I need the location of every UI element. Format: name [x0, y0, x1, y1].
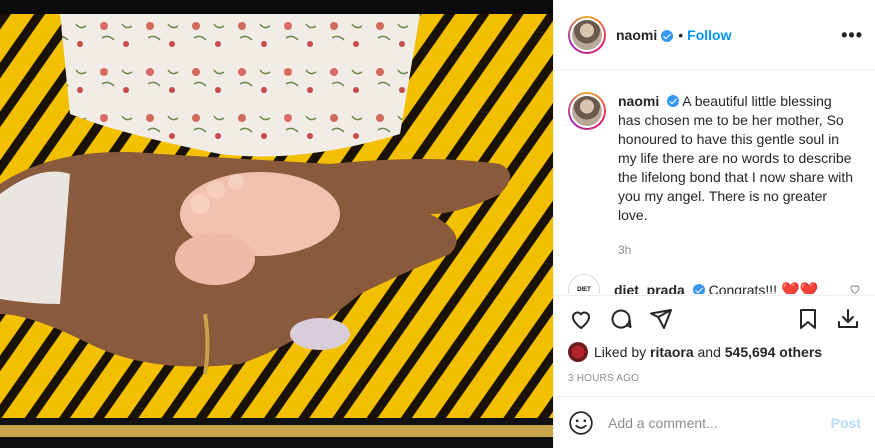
dot-separator: • [678, 27, 684, 43]
avatar-image [570, 94, 604, 128]
comment-username[interactable]: diet_prada [614, 282, 685, 294]
download-icon[interactable] [835, 306, 861, 332]
caption-text: A beautiful little blessing has chosen m… [618, 93, 854, 223]
follow-button[interactable]: Follow [687, 27, 731, 43]
posted-time[interactable]: 3 HOURS AGO [568, 373, 639, 384]
caption-username[interactable]: naomi [618, 93, 659, 109]
comment-icon[interactable] [608, 306, 634, 332]
more-options-icon[interactable]: ••• [841, 25, 863, 46]
caption-avatar[interactable] [568, 92, 606, 130]
photo-letterbox [0, 418, 553, 448]
verified-badge-icon [661, 30, 674, 42]
avatar-image [570, 18, 604, 52]
emoji-icon[interactable] [568, 410, 594, 436]
post-caption: naomi A beautiful little blessing has ch… [554, 72, 875, 260]
baby-feet-photo [0, 14, 553, 418]
author-avatar[interactable] [568, 16, 606, 54]
author-username[interactable]: naomi [616, 27, 657, 43]
likes-summary: Liked by ritaora and 545,694 others [568, 342, 861, 362]
comment-body: diet_prada Congrats!!! ❤️❤️ [614, 281, 818, 294]
post-photo[interactable] [0, 14, 553, 418]
comment-avatar[interactable]: DIET [568, 274, 600, 294]
verified-badge-icon [667, 95, 680, 107]
caption-body: naomi A beautiful little blessing has ch… [618, 92, 858, 260]
share-icon[interactable] [648, 306, 674, 332]
liker-avatar[interactable] [568, 342, 588, 362]
comments-section[interactable]: naomi A beautiful little blessing has ch… [554, 72, 875, 294]
verified-badge-icon [692, 284, 705, 294]
caption-time[interactable]: 3h [618, 241, 858, 260]
liker-username[interactable]: ritaora [650, 344, 694, 360]
post-photo-panel [0, 0, 553, 448]
bookmark-icon[interactable] [795, 306, 821, 332]
post-header: naomi • Follow ••• [554, 0, 875, 71]
comment-item: DIET diet_prada Congrats!!! ❤️❤️ [554, 274, 875, 294]
comment-like-icon[interactable] [849, 283, 861, 295]
heart-emoji: ❤️❤️ [780, 282, 819, 294]
comment-text: Congrats!!! [708, 282, 778, 294]
likes-prefix: Liked by [594, 344, 647, 360]
post-side-panel: naomi • Follow ••• naomi A beautiful lit… [553, 0, 875, 448]
post-comment-button[interactable]: Post [831, 415, 861, 431]
comment-input[interactable] [608, 414, 831, 431]
heart-icon[interactable] [568, 306, 594, 332]
post-actions [554, 295, 875, 342]
likes-connector: and [697, 344, 721, 360]
add-comment-bar: Post [554, 396, 875, 448]
likes-count[interactable]: 545,694 others [725, 344, 822, 360]
